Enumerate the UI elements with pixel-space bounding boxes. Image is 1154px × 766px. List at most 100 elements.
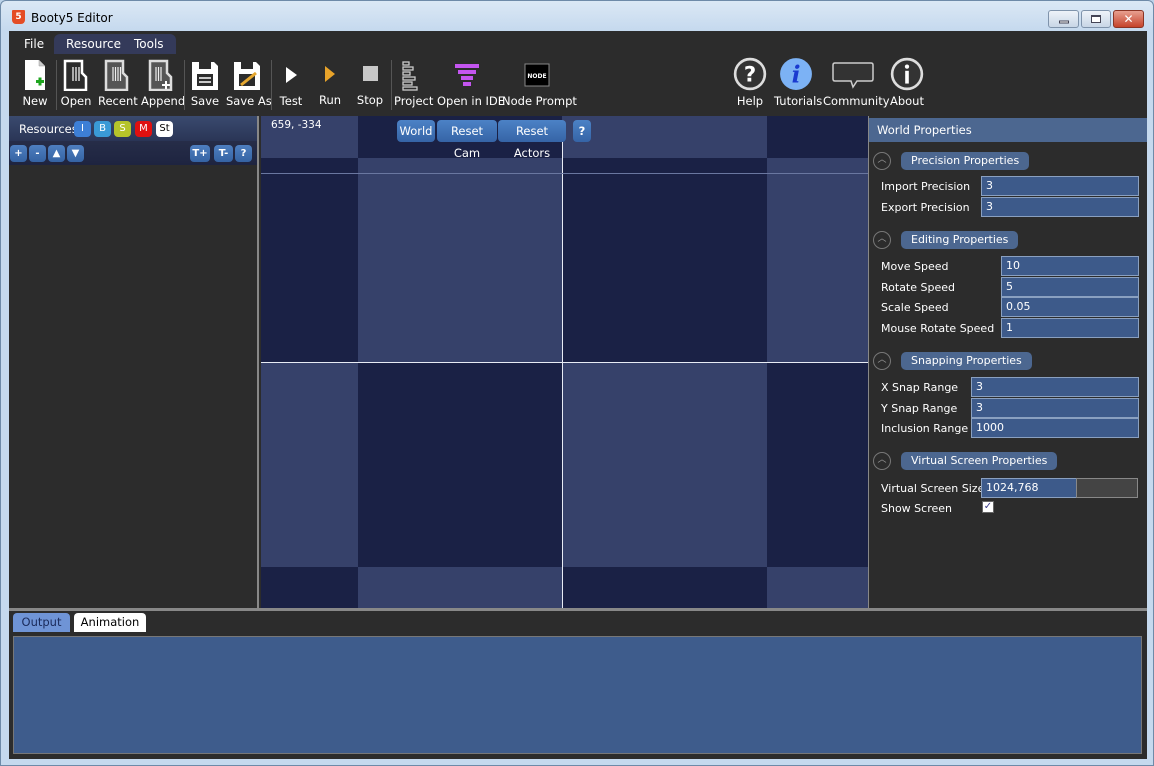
new-button[interactable]: New [17, 57, 53, 113]
virtual-screen-section-title[interactable]: Virtual Screen Properties [901, 452, 1058, 470]
world-button[interactable]: World [397, 120, 435, 142]
menu-file[interactable]: File [12, 34, 56, 54]
stop-button[interactable]: Stop [354, 57, 386, 113]
tab-output[interactable]: Output [13, 613, 70, 632]
snapping-section-title[interactable]: Snapping Properties [901, 352, 1032, 370]
filter-images[interactable]: I [74, 121, 91, 137]
scale-speed-input[interactable]: 0.05 [1001, 297, 1139, 317]
app-window: 5 Booty5 Editor ✕ File Resource Tools Ne… [0, 0, 1154, 766]
import-precision-input[interactable]: 3 [981, 176, 1139, 196]
export-precision-input[interactable]: 3 [981, 197, 1139, 217]
about-icon [890, 57, 924, 91]
recent-label: Recent [98, 94, 138, 108]
move-up-button[interactable]: ▲ [48, 145, 65, 162]
filter-materials[interactable]: M [135, 121, 152, 137]
client-area: File Resource Tools New Open Recent Appe… [9, 31, 1147, 759]
world-properties-panel: World Properties ︿ Precision Properties … [868, 116, 1147, 608]
append-button[interactable]: Append [141, 57, 185, 113]
move-down-button[interactable]: ▼ [67, 145, 84, 162]
open-in-ide-label: Open in IDE [437, 94, 506, 108]
minimize-button[interactable] [1048, 10, 1079, 28]
open-button[interactable]: Open [60, 57, 92, 113]
filter-styles[interactable]: St [156, 121, 173, 137]
resources-help-button[interactable]: ? [235, 145, 252, 162]
text-bigger-button[interactable]: T+ [190, 145, 210, 162]
virtual-screen-size-label: Virtual Screen Size [881, 482, 985, 495]
collapse-virtual-screen-toggle[interactable]: ︿ [873, 452, 891, 470]
grid-cell [358, 567, 562, 608]
filter-sounds[interactable]: S [114, 121, 131, 137]
virtual-screen-size-extra-field[interactable] [1076, 478, 1138, 498]
inclusion-range-input[interactable]: 1000 [971, 418, 1139, 438]
test-button[interactable]: Test [275, 57, 307, 113]
mouse-rotate-speed-input[interactable]: 1 [1001, 318, 1139, 338]
resources-title: Resources [19, 122, 78, 136]
open-in-ide-button[interactable]: Open in IDE [437, 57, 506, 113]
rotate-speed-label: Rotate Speed [881, 281, 955, 294]
recent-button[interactable]: Recent [98, 57, 138, 113]
maximize-button[interactable] [1081, 10, 1111, 28]
stop-icon [363, 66, 378, 81]
menu-tools[interactable]: Tools [122, 34, 176, 54]
save-as-label: Save As [226, 94, 272, 108]
tab-animation[interactable]: Animation [74, 613, 146, 632]
viewport-help-button[interactable]: ? [573, 120, 591, 142]
collapse-snapping-toggle[interactable]: ︿ [873, 352, 891, 370]
help-label: Help [736, 94, 764, 108]
import-precision-label: Import Precision [881, 180, 971, 193]
bottom-panel: Output Animation [9, 611, 1147, 759]
move-speed-input[interactable]: 10 [1001, 256, 1139, 276]
precision-section-title[interactable]: Precision Properties [901, 152, 1030, 170]
save-label: Save [190, 94, 220, 108]
help-button[interactable]: ? Help [733, 57, 767, 113]
close-icon: ✕ [1123, 12, 1134, 26]
show-screen-checkbox[interactable]: ✓ [982, 501, 994, 513]
svg-text:NODE: NODE [527, 73, 546, 80]
project-button[interactable]: Project [394, 57, 434, 113]
save-button[interactable]: Save [188, 57, 222, 113]
reset-cam-button[interactable]: Reset Cam [437, 120, 497, 160]
run-play-icon [325, 66, 335, 82]
editing-section-title[interactable]: Editing Properties [901, 231, 1019, 249]
reset-actors-button[interactable]: Reset Actors [498, 120, 566, 160]
grid-cell [261, 362, 358, 567]
node-icon: NODE [524, 63, 550, 87]
toolbar-separator [56, 60, 57, 110]
tutorials-button[interactable]: i Tutorials [774, 57, 823, 113]
rotate-speed-input[interactable]: 5 [1001, 277, 1139, 297]
stop-label: Stop [356, 93, 384, 107]
node-prompt-button[interactable]: NODE Node Prompt [502, 57, 577, 113]
world-viewport[interactable]: 659, -334 World Reset Cam Reset Actors ? [261, 116, 868, 608]
close-button[interactable]: ✕ [1113, 10, 1144, 28]
text-smaller-button[interactable]: T- [214, 145, 233, 162]
open-icon [63, 59, 88, 91]
virtual-screen-size-input[interactable]: 1024,768 [981, 478, 1077, 498]
y-axis-line [562, 142, 563, 608]
save-as-button[interactable]: Save As [226, 57, 272, 113]
grid-cell [767, 158, 868, 362]
y-snap-range-input[interactable]: 3 [971, 398, 1139, 418]
grid-cell [562, 362, 767, 567]
tutorials-label: Tutorials [774, 94, 823, 108]
toolbar: New Open Recent Append Save Save As Test… [9, 54, 1147, 116]
window-title: Booty5 Editor [31, 11, 113, 25]
move-speed-label: Move Speed [881, 260, 949, 273]
collapse-precision-toggle[interactable]: ︿ [873, 152, 891, 170]
grid-cell [358, 158, 562, 362]
run-button[interactable]: Run [315, 57, 345, 113]
title-bar: 5 Booty5 Editor ✕ [1, 1, 1153, 31]
grid-cell [767, 567, 868, 608]
project-icon [402, 61, 418, 91]
resources-tree[interactable] [9, 165, 257, 608]
add-resource-button[interactable]: + [10, 145, 27, 162]
collapse-editing-toggle[interactable]: ︿ [873, 231, 891, 249]
about-button[interactable]: About [889, 57, 925, 113]
menu-bar: File Resource Tools [9, 31, 1147, 54]
remove-resource-button[interactable]: - [29, 145, 46, 162]
filter-brushes[interactable]: B [94, 121, 111, 137]
x-snap-range-input[interactable]: 3 [971, 377, 1139, 397]
community-label: Community [823, 94, 890, 108]
community-button[interactable]: Community [823, 57, 890, 113]
project-label: Project [394, 94, 434, 108]
output-log[interactable] [13, 636, 1142, 754]
